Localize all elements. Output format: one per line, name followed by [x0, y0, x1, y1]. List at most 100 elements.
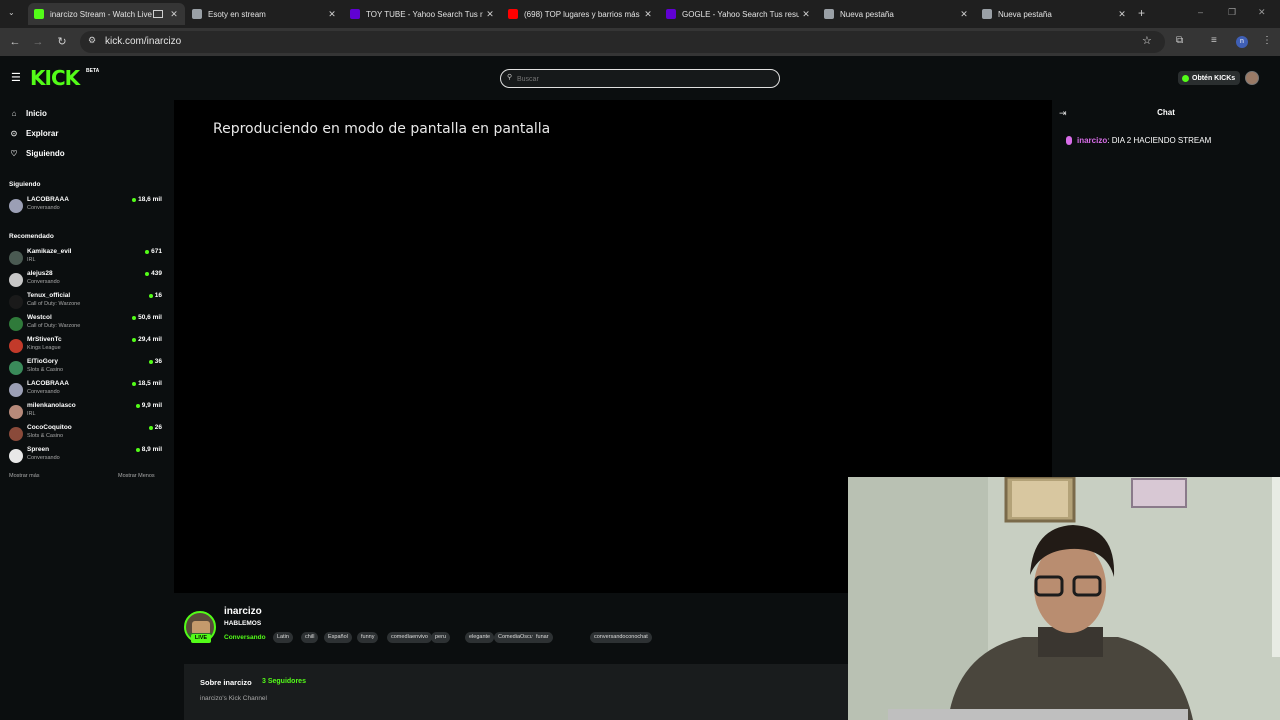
channel-item[interactable]: milenkanolasco IRL 9,9 mil [9, 402, 164, 422]
address-bar[interactable]: ⚙ kick.com/inarcizo ☆ [80, 31, 1165, 53]
viewer-count-text: 50,6 mil [138, 314, 162, 321]
streamer-name[interactable]: inarcizo [224, 606, 262, 617]
user-avatar[interactable] [1245, 71, 1259, 85]
channel-category: Slots & Casino [27, 367, 64, 373]
webcam-pip-window[interactable] [848, 477, 1280, 720]
channel-category: Slots & Casino [27, 433, 64, 439]
globe-icon [192, 9, 202, 19]
url-text: kick.com/inarcizo [105, 36, 182, 47]
channel-name: ElTioGory [27, 358, 58, 365]
channel-avatar [9, 317, 23, 331]
channel-item[interactable]: ElTioGory Slots & Casino 36 [9, 358, 164, 378]
close-tab-icon[interactable]: ✕ [167, 9, 181, 20]
close-tab-icon[interactable]: ✕ [641, 9, 655, 20]
forward-icon[interactable]: → [31, 36, 45, 48]
close-tab-icon[interactable]: ✕ [1115, 9, 1129, 20]
stream-title: HABLEMOS [224, 620, 262, 627]
chat-username[interactable]: inarcizo [1077, 136, 1107, 145]
live-dot-icon [132, 197, 137, 202]
viewer-count-text: 26 [154, 424, 162, 431]
restore-icon[interactable]: ❐ [1228, 7, 1236, 18]
channel-item[interactable]: LACOBRAAA Conversando 18,5 mil [9, 380, 164, 400]
viewer-count: 8,9 mil [135, 446, 162, 453]
channel-item[interactable]: alejus28 Conversando 439 [9, 270, 164, 290]
channel-category: IRL [27, 411, 36, 417]
channel-item[interactable]: CocoCoquitoo Slots & Casino 26 [9, 424, 164, 444]
channel-category: Conversando [27, 455, 60, 461]
minimize-icon[interactable]: – [1198, 7, 1203, 17]
browser-tab[interactable]: Nueva pestaña ✕ [976, 3, 1133, 25]
search-box[interactable]: ⚲ [500, 69, 780, 88]
browser-tab[interactable]: inarcizo Stream - Watch Live on Kick ✕ [28, 3, 185, 25]
show-less-link[interactable]: Mostrar Menos [118, 473, 155, 479]
nav-item-siguiendo[interactable]: ♡ Siguiendo [9, 149, 65, 158]
browser-tab[interactable]: TOY TUBE - Yahoo Search Tus resultados✕ [344, 3, 501, 25]
extensions-icon[interactable]: ⧉ [1176, 35, 1183, 46]
channel-item[interactable]: Kamikaze_evil IRL 671 [9, 248, 164, 268]
followers-count: 3 Seguidores [262, 678, 306, 685]
viewer-count-text: 29,4 mil [138, 336, 162, 343]
live-dot-icon [145, 271, 150, 276]
stream-category[interactable]: Conversando [224, 634, 266, 641]
browser-menu-icon[interactable]: ⋮ [1262, 35, 1272, 46]
globe-icon [982, 9, 992, 19]
channel-avatar [9, 361, 23, 375]
nav-item-label: Siguiendo [26, 149, 65, 158]
viewer-count: 29,4 mil [132, 336, 162, 343]
hamburger-menu-icon[interactable]: ☰ [11, 71, 21, 84]
stream-tag[interactable]: peru [431, 632, 451, 643]
stream-tag[interactable]: funar [532, 632, 553, 643]
new-tab-button[interactable]: + [1138, 6, 1145, 20]
viewer-count: 671 [145, 248, 162, 255]
tab-title: Nueva pestaña [840, 9, 894, 19]
close-tab-icon[interactable]: ✕ [957, 9, 971, 20]
live-dot-icon [145, 249, 150, 254]
chat-text: DIA 2 HACIENDO STREAM [1111, 136, 1212, 145]
globe-icon [824, 9, 834, 19]
channel-item[interactable]: Spreen Conversando 8,9 mil [9, 446, 164, 466]
stream-tag[interactable]: funny [357, 632, 379, 643]
show-more-link[interactable]: Mostrar más [9, 473, 40, 479]
close-tab-icon[interactable]: ✕ [325, 9, 339, 20]
browser-tab[interactable]: (698) TOP lugares y barrios más peligros… [502, 3, 659, 25]
channel-name: Kamikaze_evil [27, 248, 72, 255]
stream-tag[interactable]: conversandoconochat [590, 632, 652, 643]
channel-item[interactable]: LACOBRAAA Conversando 18,6 mil [9, 196, 164, 216]
channel-avatar [9, 251, 23, 265]
stream-tag[interactable]: comedíaenvivo [387, 632, 432, 643]
live-dot-icon [148, 293, 153, 298]
channel-item[interactable]: Westcol Call of Duty: Warzone 50,6 mil [9, 314, 164, 334]
profile-avatar[interactable]: n [1236, 36, 1248, 48]
chat-title: Chat [1157, 108, 1175, 117]
channel-name: CocoCoquitoo [27, 424, 72, 431]
stream-tag[interactable]: Español [324, 632, 352, 643]
browser-tab[interactable]: Nueva pestaña ✕ [818, 3, 975, 25]
channel-category: Call of Duty: Warzone [27, 301, 81, 307]
browser-tab[interactable]: Esoty en stream ✕ [186, 3, 343, 25]
nav-item-inicio[interactable]: ⌂ Inicio [9, 109, 47, 118]
picture-in-picture-icon[interactable] [153, 10, 163, 18]
browser-tab[interactable]: GOGLE - Yahoo Search Tus resultados✕ [660, 3, 817, 25]
chat-message: inarcizo : DIA 2 HACIENDO STREAM [1066, 136, 1211, 145]
live-dot-icon [148, 359, 153, 364]
close-tab-icon[interactable]: ✕ [799, 9, 813, 20]
bookmark-star-icon[interactable]: ☆ [1142, 34, 1152, 47]
reload-icon[interactable]: ↻ [55, 36, 69, 48]
search-input[interactable] [517, 73, 767, 85]
nav-item-explorar[interactable]: ⊙ Explorar [9, 129, 59, 138]
get-kicks-label: Obtén KICKs [1192, 74, 1236, 82]
media-control-icon[interactable]: ≡ [1211, 35, 1217, 46]
site-info-icon[interactable]: ⚙ [88, 35, 96, 46]
close-window-icon[interactable]: ✕ [1258, 7, 1266, 18]
kick-logo[interactable]: KICK [30, 68, 80, 88]
get-kicks-button[interactable]: Obtén KICKs [1178, 71, 1241, 85]
stream-tag[interactable]: elegante [465, 632, 495, 643]
channel-item[interactable]: MrStivenTc Kings League 29,4 mil [9, 336, 164, 356]
heart-icon: ♡ [10, 149, 18, 158]
back-icon[interactable]: ← [8, 36, 22, 48]
channel-item[interactable]: Tenux_official Call of Duty: Warzone 16 [9, 292, 164, 312]
stream-tag[interactable]: Latin [273, 632, 293, 643]
tab-search-button[interactable]: ⌄ [8, 8, 15, 17]
close-tab-icon[interactable]: ✕ [483, 9, 497, 20]
stream-tag[interactable]: chill [301, 632, 319, 643]
